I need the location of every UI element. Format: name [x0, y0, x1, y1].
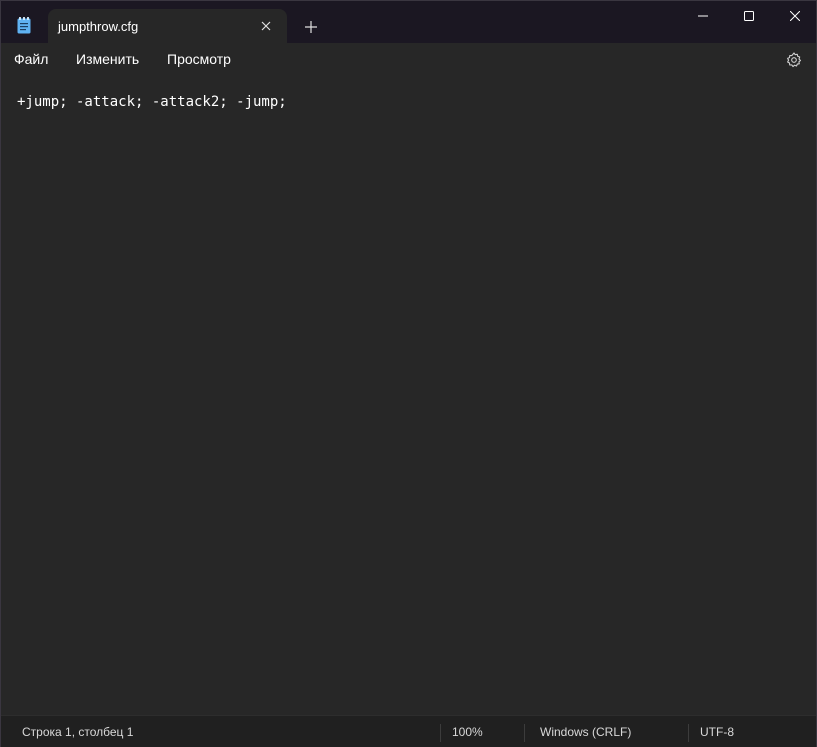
editor-content[interactable]: +jump; -attack; -attack2; -jump;	[17, 94, 287, 110]
plus-icon[interactable]	[299, 15, 323, 39]
minimize-icon[interactable]	[680, 1, 726, 31]
tab-title: jumpthrow.cfg	[58, 19, 139, 34]
line-ending[interactable]: Windows (CRLF)	[540, 716, 631, 747]
menu-edit[interactable]: Изменить	[72, 43, 143, 76]
close-window-icon[interactable]	[772, 1, 817, 31]
status-divider	[524, 724, 525, 742]
status-divider	[688, 724, 689, 742]
encoding[interactable]: UTF-8	[700, 716, 734, 747]
gear-icon[interactable]	[784, 50, 804, 70]
title-bar[interactable]: jumpthrow.cfg	[1, 1, 816, 43]
menu-bar: Файл Изменить Просмотр	[1, 43, 816, 76]
maximize-icon[interactable]	[726, 1, 772, 31]
tab-jumpthrow[interactable]: jumpthrow.cfg	[48, 9, 287, 43]
zoom-level[interactable]: 100%	[452, 716, 483, 747]
menu-file[interactable]: Файл	[10, 43, 52, 76]
notepad-window: jumpthrow.cfg Файл Изменить Просмотр +ju…	[0, 0, 817, 747]
menu-view[interactable]: Просмотр	[163, 43, 235, 76]
status-bar: Строка 1, столбец 1 100% Windows (CRLF) …	[1, 715, 816, 747]
close-icon[interactable]	[255, 15, 277, 37]
notepad-icon	[17, 17, 31, 34]
cursor-position: Строка 1, столбец 1	[22, 725, 134, 739]
text-editor[interactable]: +jump; -attack; -attack2; -jump;	[1, 76, 816, 715]
status-divider	[440, 724, 441, 742]
